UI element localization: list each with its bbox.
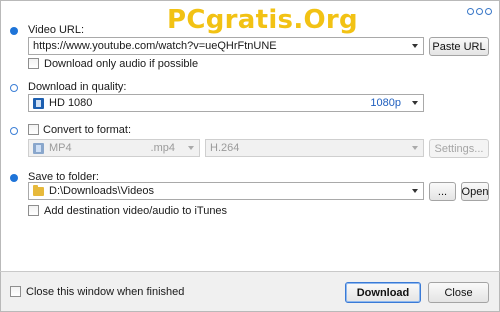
video-url-radio[interactable]	[10, 27, 18, 35]
folder-radio[interactable]	[10, 174, 18, 182]
close-when-finished-label: Close this window when finished	[26, 286, 185, 298]
chevron-down-icon[interactable]	[188, 146, 194, 150]
settings-button[interactable]: Settings...	[429, 139, 489, 158]
chevron-down-icon[interactable]	[412, 44, 418, 48]
chevron-down-icon[interactable]	[412, 101, 418, 105]
quality-value: HD 1080	[49, 97, 93, 109]
convert-radio[interactable]	[10, 127, 18, 135]
format-extension: .mp4	[150, 142, 175, 154]
film-icon	[33, 142, 44, 154]
chevron-down-icon[interactable]	[412, 189, 418, 193]
download-button[interactable]: Download	[345, 282, 421, 303]
close-when-finished-checkbox[interactable]	[10, 286, 21, 297]
dot-icon	[467, 8, 474, 15]
video-url-label: Video URL:	[28, 24, 85, 36]
quality-label: Download in quality:	[28, 81, 127, 93]
audio-only-checkbox[interactable]	[28, 58, 39, 69]
watermark-text: PCgratis.Org	[167, 5, 358, 35]
folder-icon	[33, 184, 44, 196]
dot-icon	[485, 8, 492, 15]
itunes-checkbox[interactable]	[28, 205, 39, 216]
itunes-label: Add destination video/audio to iTunes	[44, 205, 228, 217]
chevron-down-icon[interactable]	[412, 146, 418, 150]
dot-icon	[476, 8, 483, 15]
audio-only-label: Download only audio if possible	[44, 58, 199, 70]
folder-select[interactable]: D:\Downloads\Videos	[28, 182, 424, 200]
folder-path: D:\Downloads\Videos	[49, 185, 154, 197]
quality-resolution: 1080p	[370, 97, 401, 109]
codec-select[interactable]: H.264	[205, 139, 424, 157]
convert-label: Convert to format:	[43, 124, 132, 136]
quality-select[interactable]: HD 1080 1080p	[28, 94, 424, 112]
video-url-input[interactable]: https://www.youtube.com/watch?v=ueQHrFtn…	[28, 37, 424, 55]
format-value: MP4	[49, 142, 72, 154]
video-url-value: https://www.youtube.com/watch?v=ueQHrFtn…	[33, 40, 277, 52]
convert-checkbox[interactable]	[28, 124, 39, 135]
browse-button[interactable]: ...	[429, 182, 456, 201]
film-icon	[33, 97, 44, 109]
open-folder-button[interactable]: Open	[461, 182, 489, 201]
format-select[interactable]: MP4 .mp4	[28, 139, 200, 157]
close-button[interactable]: Close	[428, 282, 489, 303]
codec-value: H.264	[210, 142, 240, 154]
quality-radio[interactable]	[10, 84, 18, 92]
options-menu-icon[interactable]	[467, 8, 492, 15]
paste-url-button[interactable]: Paste URL	[429, 37, 489, 56]
